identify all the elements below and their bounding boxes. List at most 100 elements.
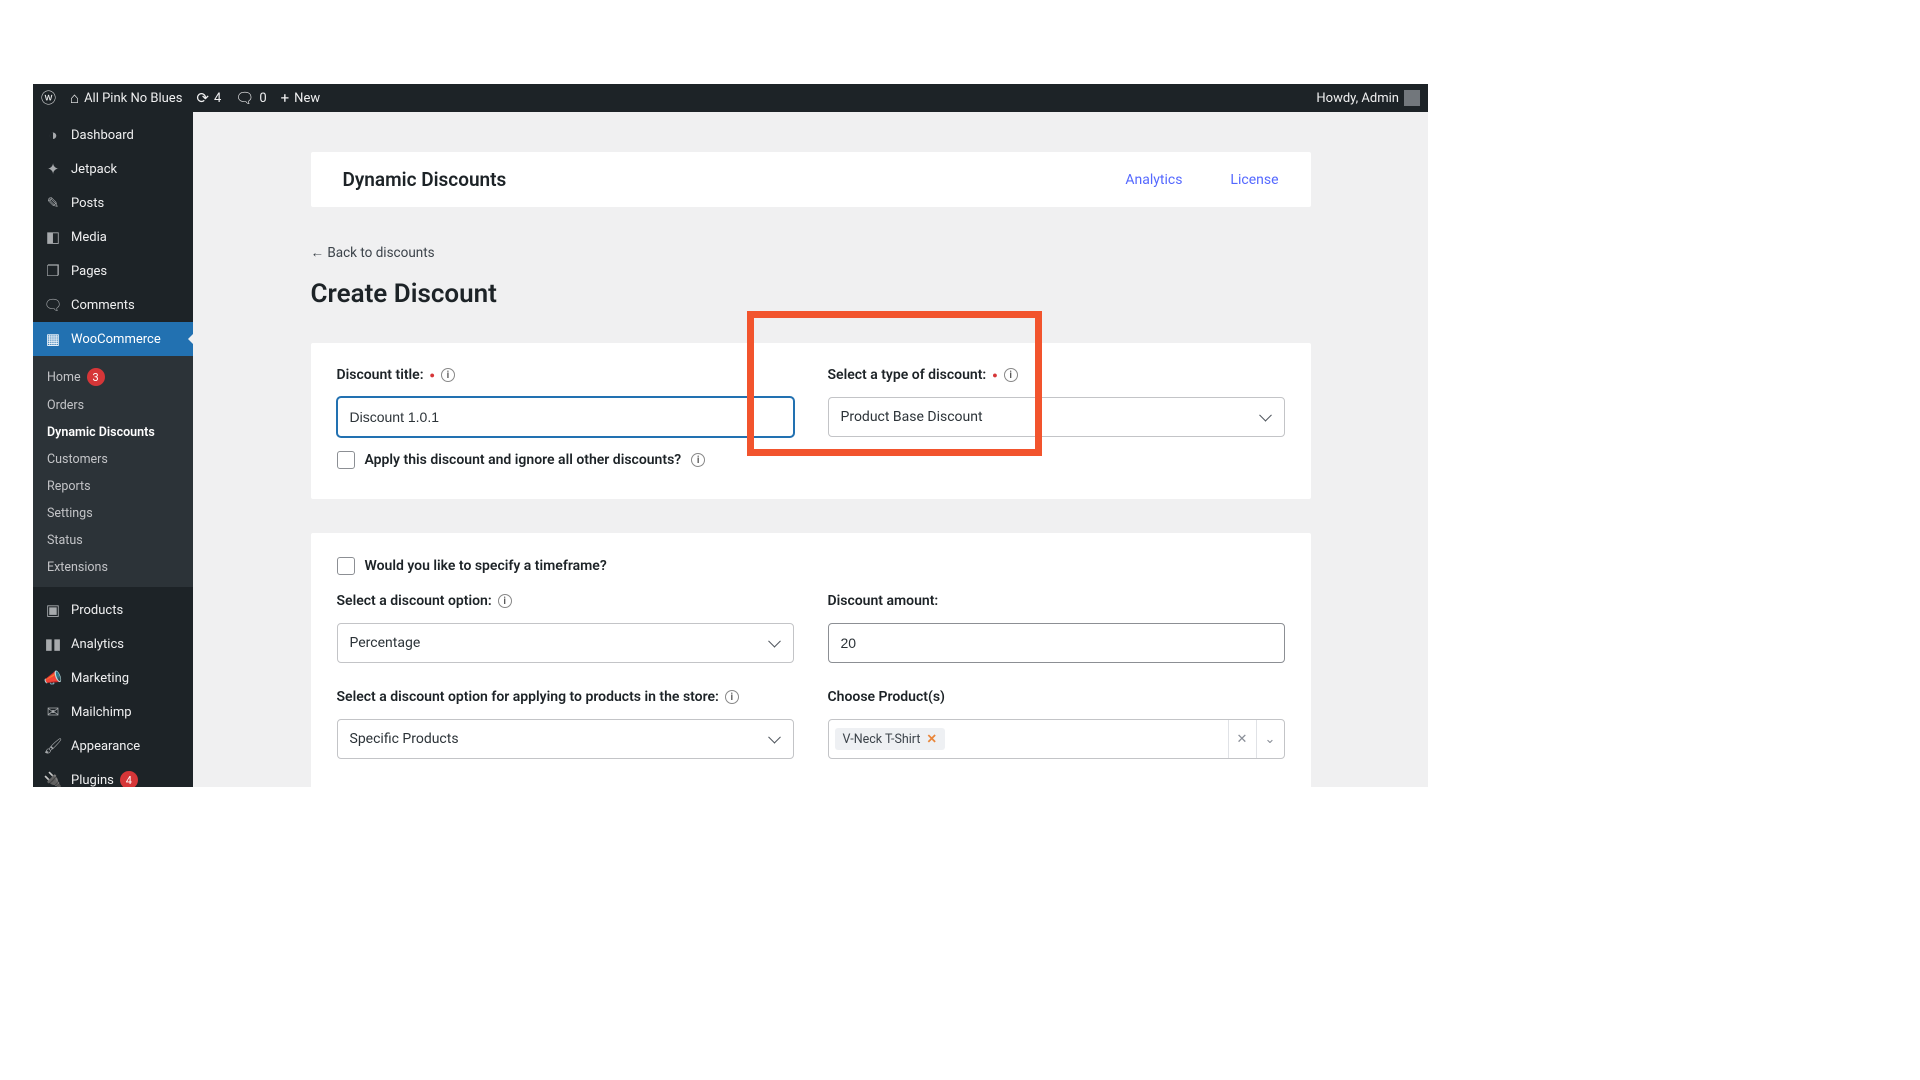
- submenu-label: Settings: [47, 506, 93, 521]
- required-icon: ●: [992, 370, 997, 381]
- choose-products-label: Choose Product(s): [828, 689, 1285, 705]
- license-link[interactable]: License: [1230, 172, 1278, 188]
- submenu-item[interactable]: Home 3: [33, 362, 193, 392]
- submenu-label: Dynamic Discounts: [47, 425, 155, 440]
- submenu-item[interactable]: Orders: [33, 392, 193, 419]
- site-name-link[interactable]: ⌂All Pink No Blues: [70, 91, 182, 106]
- avatar: [1404, 90, 1420, 106]
- submenu-item[interactable]: Dynamic Discounts: [33, 419, 193, 446]
- products-icon: ▣: [43, 601, 63, 619]
- info-icon[interactable]: i: [498, 594, 512, 608]
- apply-products-label: Select a discount option for applying to…: [337, 689, 794, 705]
- sidebar-item-label: Comments: [71, 298, 135, 313]
- sidebar-item-label: Dashboard: [71, 128, 134, 143]
- product-token: V-Neck T-Shirt ✕: [835, 728, 945, 750]
- submenu-label: Orders: [47, 398, 84, 413]
- wordpress-icon: ⓦ: [41, 91, 56, 106]
- page-title: Create Discount: [311, 279, 1311, 309]
- info-icon[interactable]: i: [1004, 368, 1018, 382]
- sidebar-item-label: Products: [71, 603, 123, 618]
- discount-option-label: Select a discount option: i: [337, 593, 794, 609]
- pages-icon: ❐: [43, 262, 63, 280]
- info-icon[interactable]: i: [691, 453, 705, 467]
- apply-products-select[interactable]: Specific Products: [337, 719, 794, 759]
- sidebar-item-appearance[interactable]: 🖌 Appearance: [33, 729, 193, 763]
- sidebar-item-dashboard[interactable]: ◑Dashboard: [33, 118, 193, 152]
- posts-icon: ✎: [43, 194, 63, 212]
- woocommerce-icon: ▦: [43, 330, 63, 348]
- content-area: Dynamic Discounts Analytics License ← Ba…: [193, 112, 1428, 787]
- submenu-item[interactable]: Settings: [33, 500, 193, 527]
- count-badge: 3: [87, 368, 105, 386]
- sidebar-item-pages[interactable]: ❐ Pages: [33, 254, 193, 288]
- submenu-label: Status: [47, 533, 83, 548]
- sidebar-item-label: Appearance: [71, 739, 140, 754]
- timeframe-label: Would you like to specify a timeframe?: [365, 558, 607, 574]
- discount-title-input[interactable]: [337, 397, 794, 437]
- sidebar-item-label: Pages: [71, 264, 107, 279]
- discount-amount-label: Discount amount:: [828, 593, 1285, 609]
- info-icon[interactable]: i: [441, 368, 455, 382]
- clear-all-button[interactable]: ✕: [1228, 720, 1256, 758]
- apply-ignore-checkbox[interactable]: [337, 451, 355, 469]
- comments-icon: 🗨: [43, 296, 63, 314]
- comments-count: 0: [259, 91, 266, 106]
- submenu-item[interactable]: Extensions: [33, 554, 193, 581]
- discount-amount-input[interactable]: [828, 623, 1285, 663]
- submenu-item[interactable]: Reports: [33, 473, 193, 500]
- sidebar-item-label: Mailchimp: [71, 705, 132, 720]
- discount-type-label: Select a type of discount: ● i: [828, 367, 1285, 383]
- submenu-item[interactable]: Status: [33, 527, 193, 554]
- sidebar-item-woocommerce[interactable]: ▦ WooCommerce: [33, 322, 193, 356]
- sidebar-item-products[interactable]: ▣ Products: [33, 593, 193, 627]
- sidebar-item-label: Analytics: [71, 637, 124, 652]
- howdy-text: Howdy, Admin: [1316, 91, 1399, 106]
- required-icon: ●: [430, 370, 435, 381]
- sidebar-item-analytics-menu[interactable]: ▮▮ Analytics: [33, 627, 193, 661]
- sidebar-item-label: Posts: [71, 196, 104, 211]
- updates-icon: ⟳: [196, 91, 209, 106]
- sidebar-item-label: WooCommerce: [71, 332, 161, 347]
- home-icon: ⌂: [70, 91, 79, 106]
- new-content-link[interactable]: + New: [281, 91, 320, 106]
- discount-config-card: Would you like to specify a timeframe? S…: [311, 533, 1311, 787]
- sidebar-item-marketing[interactable]: 📣Marketing: [33, 661, 193, 695]
- admin-bar: ⓦ ⌂All Pink No Blues ⟳4 🗨0 +New Howdy, A…: [33, 84, 1428, 112]
- sidebar-item-label: Media: [71, 230, 107, 245]
- back-to-discounts-link[interactable]: ← Back to discounts: [311, 245, 1311, 261]
- plus-icon: +: [281, 91, 290, 106]
- updates-link[interactable]: ⟳4: [196, 91, 221, 106]
- sidebar-item-label: Plugins: [71, 773, 114, 788]
- appearance-icon: 🖌: [43, 737, 63, 755]
- sidebar-item-jetpack[interactable]: ✦Jetpack: [33, 152, 193, 186]
- plugin-title: Dynamic Discounts: [343, 168, 507, 191]
- new-label: New: [294, 91, 320, 106]
- analytics-menu-icon: ▮▮: [43, 635, 63, 653]
- discount-type-select[interactable]: Product Base Discount: [828, 397, 1285, 437]
- comments-link[interactable]: 🗨0: [235, 91, 266, 106]
- count-badge: 4: [120, 771, 138, 787]
- sidebar-item-comments[interactable]: 🗨 Comments: [33, 288, 193, 322]
- sidebar-item-plugins[interactable]: 🔌 Plugins 4: [33, 763, 193, 787]
- discount-option-select[interactable]: Percentage: [337, 623, 794, 663]
- analytics-link[interactable]: Analytics: [1125, 172, 1182, 188]
- howdy-link[interactable]: Howdy, Admin: [1316, 90, 1420, 106]
- timeframe-checkbox[interactable]: [337, 557, 355, 575]
- mailchimp-icon: ✉: [43, 703, 63, 721]
- sidebar-item-media[interactable]: ◧ Media: [33, 220, 193, 254]
- sidebar-item-mailchimp[interactable]: ✉ Mailchimp: [33, 695, 193, 729]
- remove-token-button[interactable]: ✕: [926, 731, 936, 747]
- submenu-item[interactable]: Customers: [33, 446, 193, 473]
- media-icon: ◧: [43, 228, 63, 246]
- discount-basics-card: Discount title: ● i Apply this discount …: [311, 343, 1311, 499]
- chevron-down-icon[interactable]: ⌄: [1256, 720, 1284, 758]
- updates-count: 4: [214, 91, 221, 106]
- wp-logo[interactable]: ⓦ: [41, 91, 56, 106]
- choose-products-input[interactable]: V-Neck T-Shirt ✕ ✕ ⌄: [828, 719, 1285, 759]
- info-icon[interactable]: i: [725, 690, 739, 704]
- marketing-icon: 📣: [43, 669, 63, 687]
- plugins-icon: 🔌: [43, 771, 63, 787]
- submenu-label: Home: [47, 370, 81, 385]
- sidebar-item-posts[interactable]: ✎ Posts: [33, 186, 193, 220]
- submenu-label: Extensions: [47, 560, 108, 575]
